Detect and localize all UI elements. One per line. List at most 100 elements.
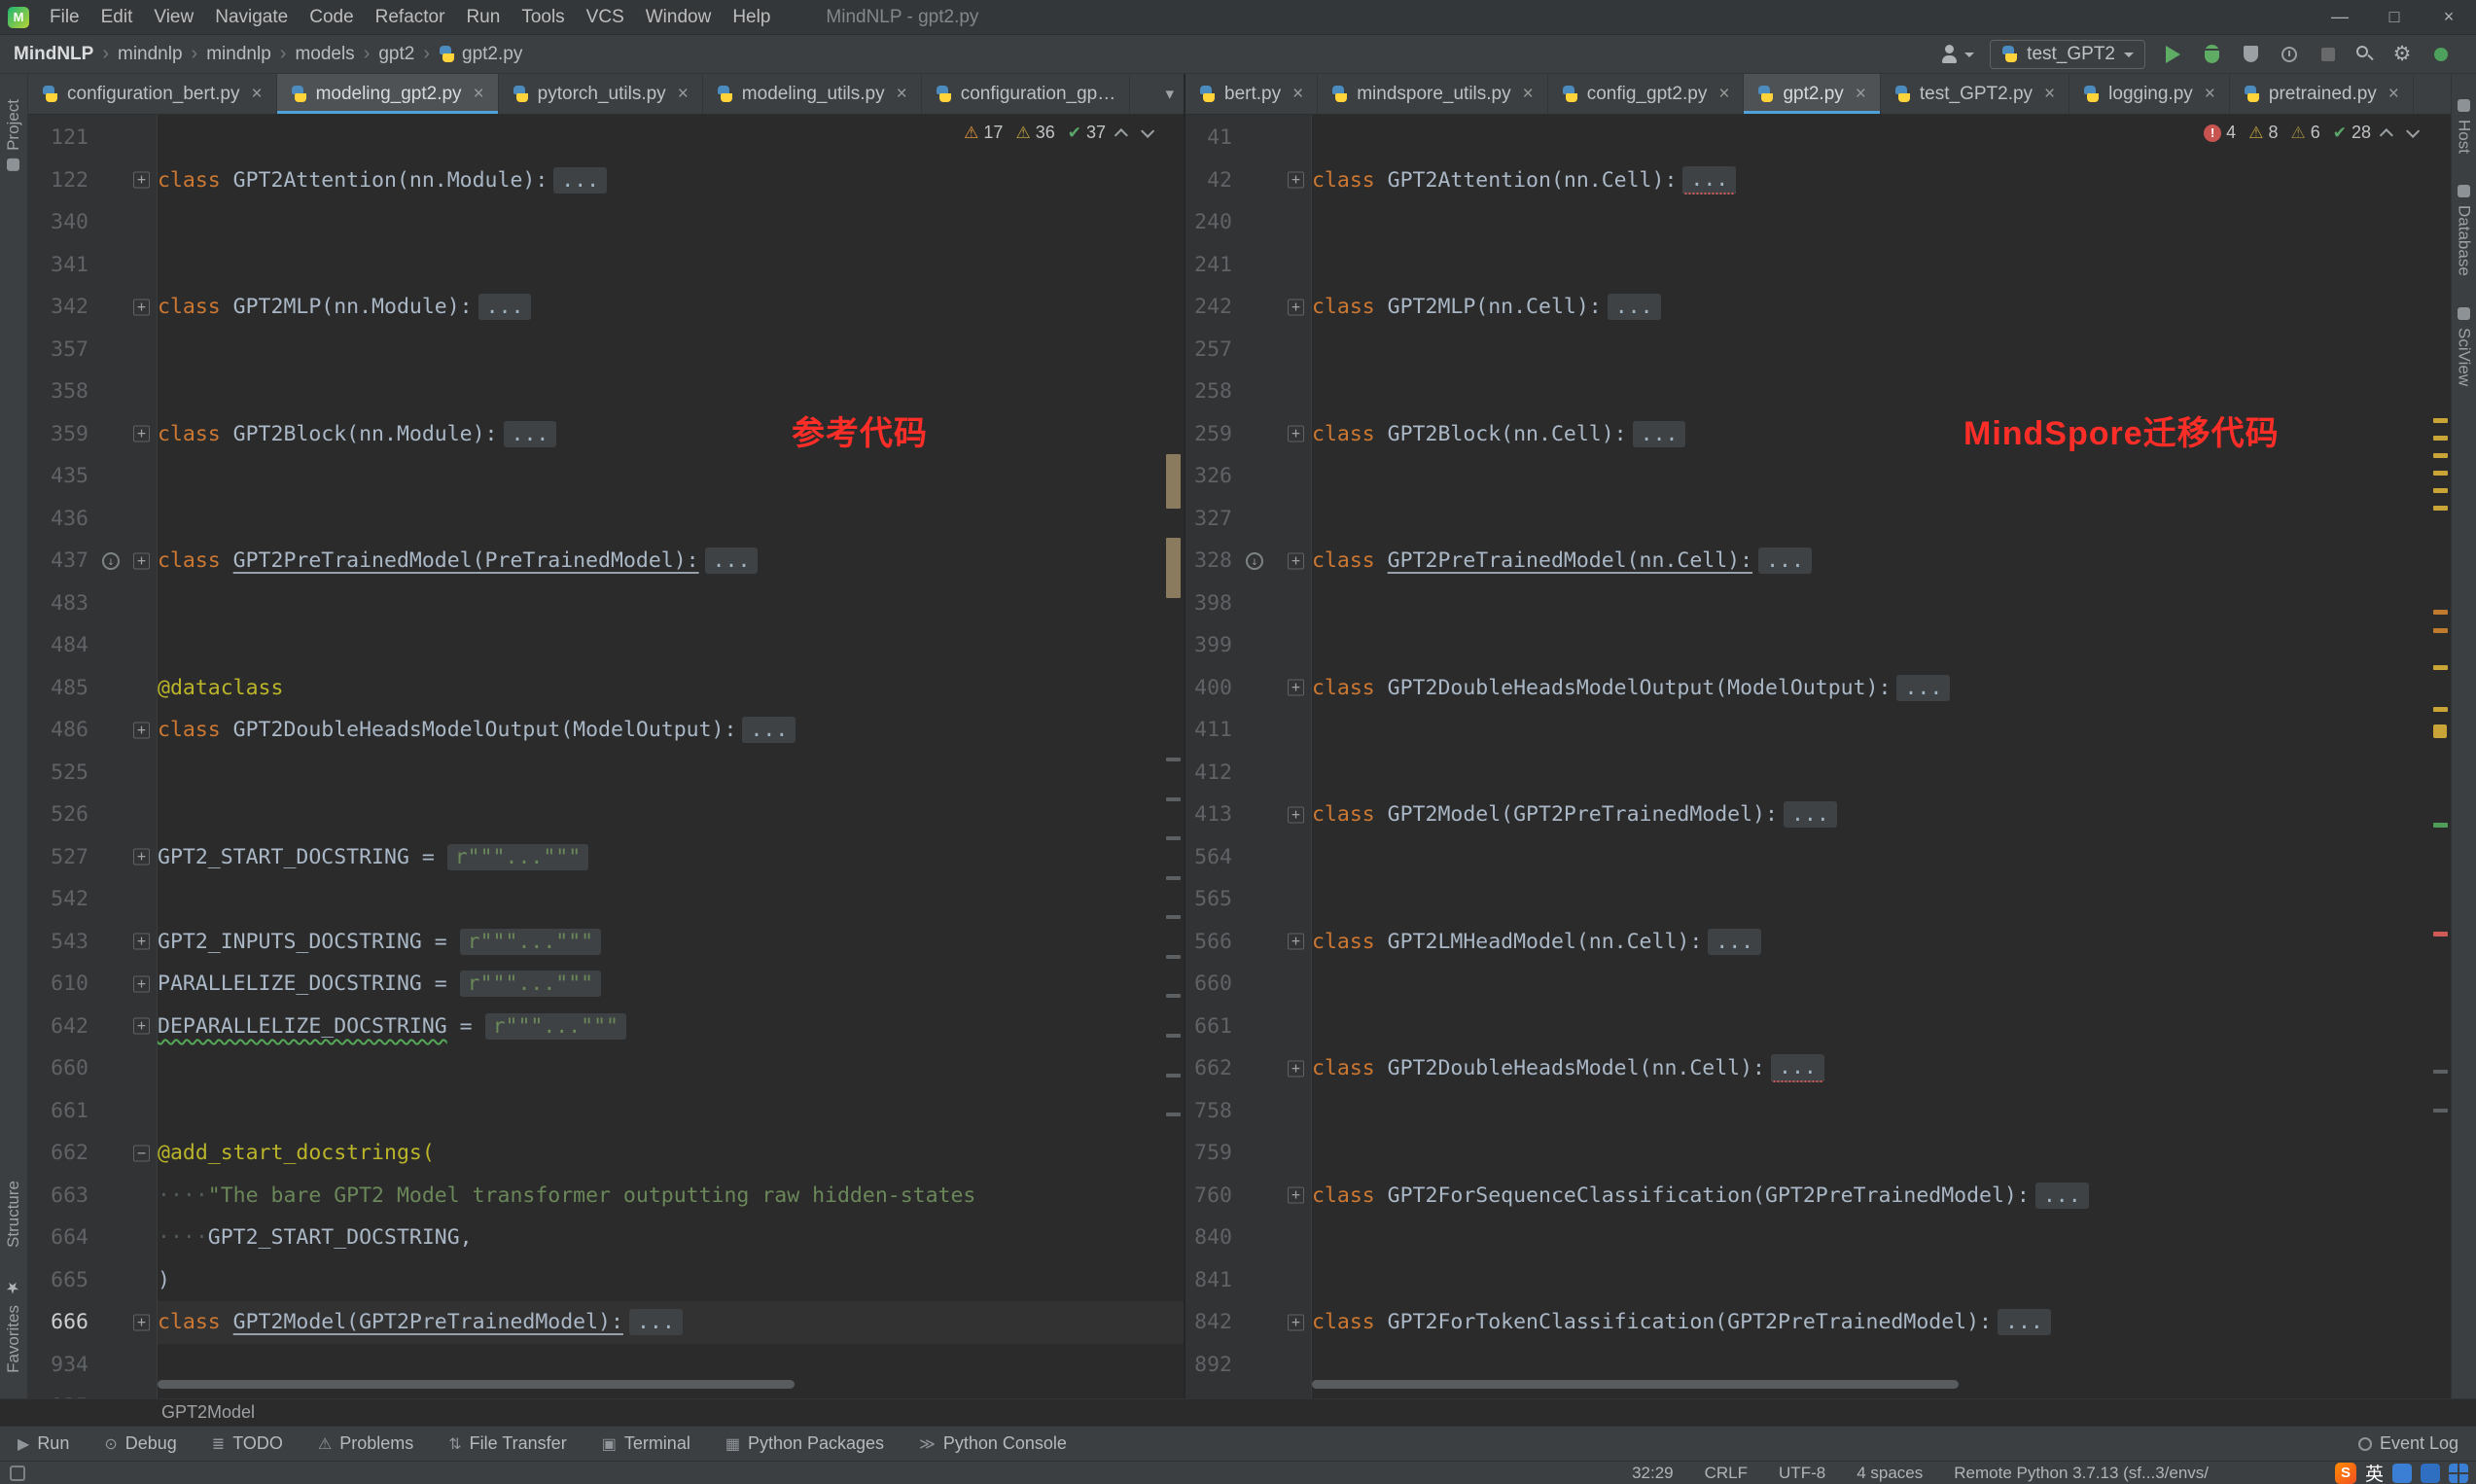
- code-line[interactable]: 543+GPT2_INPUTS_DOCSTRING = r"""...""": [28, 921, 1184, 964]
- stripe-mark[interactable]: [2433, 436, 2448, 441]
- code-text[interactable]: ····"The bare GPT2 Model transformer out…: [158, 1175, 1184, 1218]
- line-number[interactable]: 42: [1185, 168, 1238, 193]
- code-line[interactable]: 257: [1185, 329, 2451, 371]
- code-line[interactable]: 565: [1185, 878, 2451, 921]
- code-line[interactable]: 412: [1185, 752, 2451, 795]
- tab-close-icon[interactable]: ×: [2044, 84, 2055, 105]
- run-button[interactable]: [2161, 43, 2184, 66]
- code-text[interactable]: [158, 371, 1184, 413]
- code-line[interactable]: 242 + class GPT2MLP(nn.Cell):...: [1185, 286, 2451, 329]
- toolwindow-button-file-transfer[interactable]: ⇅File Transfer: [448, 1433, 566, 1454]
- code-text[interactable]: [1312, 624, 2451, 667]
- stripe-mark[interactable]: [2433, 665, 2448, 670]
- menu-item-refactor[interactable]: Refactor: [365, 0, 456, 35]
- code-line[interactable]: 341: [28, 244, 1184, 287]
- code-line[interactable]: 486+class GPT2DoubleHeadsModelOutput(Mod…: [28, 709, 1184, 752]
- fold-marker-icon[interactable]: +: [133, 975, 150, 992]
- event-log-button[interactable]: Event Log: [2358, 1433, 2458, 1454]
- line-number[interactable]: 542: [28, 887, 94, 911]
- code-text[interactable]: [1312, 1006, 2451, 1048]
- inspection-count[interactable]: ✔37: [1068, 123, 1106, 143]
- stripe-mark[interactable]: [2433, 418, 2448, 423]
- tab-close-icon[interactable]: ×: [1523, 84, 1534, 105]
- line-number[interactable]: 359: [28, 422, 94, 446]
- stop-button[interactable]: [2317, 43, 2340, 66]
- stripe-mark[interactable]: [1166, 1074, 1181, 1078]
- line-number[interactable]: 934: [28, 1353, 94, 1377]
- tab-modeling-gpt2-py[interactable]: modeling_gpt2.py×: [277, 74, 499, 114]
- code-text[interactable]: [158, 794, 1184, 836]
- line-number[interactable]: 892: [1185, 1353, 1238, 1377]
- fold-marker-icon[interactable]: +: [133, 1018, 150, 1035]
- code-line[interactable]: 663····"The bare GPT2 Model transformer …: [28, 1175, 1184, 1218]
- line-number[interactable]: 328: [1185, 548, 1238, 573]
- hidden-tabs-dropdown-icon[interactable]: ▾: [1155, 85, 1184, 104]
- code-text[interactable]: class GPT2MLP(nn.Cell):...: [1312, 286, 2451, 329]
- code-text[interactable]: [1312, 752, 2451, 795]
- code-text[interactable]: [1312, 836, 2451, 879]
- tool-button-host[interactable]: Host: [2455, 99, 2474, 154]
- code-text[interactable]: [1312, 329, 2451, 371]
- line-number[interactable]: 566: [1185, 930, 1238, 954]
- line-number[interactable]: 413: [1185, 802, 1238, 827]
- tab-close-icon[interactable]: ×: [897, 84, 907, 105]
- toolwindow-button-run[interactable]: ▶Run: [18, 1433, 69, 1454]
- menu-item-vcs[interactable]: VCS: [576, 0, 635, 35]
- code-line[interactable]: 122+class GPT2Attention(nn.Module):...: [28, 159, 1184, 202]
- code-line[interactable]: 527+GPT2_START_DOCSTRING = r"""...""": [28, 836, 1184, 879]
- line-number[interactable]: 341: [28, 253, 94, 277]
- tab-close-icon[interactable]: ×: [1718, 84, 1729, 105]
- line-number[interactable]: 398: [1185, 591, 1238, 616]
- tab-mindspore-utils-py[interactable]: mindspore_utils.py×: [1318, 74, 1548, 114]
- code-text[interactable]: class GPT2Block(nn.Module):...: [158, 413, 1184, 456]
- code-line[interactable]: 758: [1185, 1090, 2451, 1133]
- line-number[interactable]: 240: [1185, 210, 1238, 234]
- bottom-breadcrumb[interactable]: GPT2Model: [161, 1402, 255, 1423]
- tool-button-database[interactable]: Database: [2455, 185, 2474, 276]
- tab-pytorch-utils-py[interactable]: pytorch_utils.py×: [499, 74, 703, 114]
- line-number[interactable]: 665: [28, 1268, 94, 1292]
- line-number[interactable]: 242: [1185, 295, 1238, 319]
- line-number[interactable]: 527: [28, 845, 94, 869]
- code-text[interactable]: [158, 624, 1184, 667]
- code-line[interactable]: 842+class GPT2ForTokenClassification(GPT…: [1185, 1301, 2451, 1344]
- line-number[interactable]: 660: [28, 1056, 94, 1080]
- code-text[interactable]: [1312, 878, 2451, 921]
- fold-marker-icon[interactable]: +: [1288, 299, 1304, 315]
- line-number[interactable]: 122: [28, 168, 94, 193]
- code-line[interactable]: 437↓+class GPT2PreTrainedModel(PreTraine…: [28, 540, 1184, 583]
- code-text[interactable]: [1312, 1217, 2451, 1259]
- code-line[interactable]: 241: [1185, 244, 2451, 287]
- code-text[interactable]: class GPT2ForTokenClassification(GPT2Pre…: [1312, 1301, 2451, 1344]
- tab-configuration-bert-py[interactable]: configuration_bert.py×: [28, 74, 277, 114]
- code-line[interactable]: 326: [1185, 455, 2451, 498]
- code-text[interactable]: [158, 244, 1184, 287]
- code-line[interactable]: 413+class GPT2Model(GPT2PreTrainedModel)…: [1185, 794, 2451, 836]
- ime-language-indicator[interactable]: 英: [2365, 1460, 2384, 1484]
- breadcrumb-item[interactable]: mindnlp: [118, 44, 183, 65]
- line-number[interactable]: 486: [28, 718, 94, 742]
- line-number[interactable]: 660: [1185, 972, 1238, 996]
- line-number[interactable]: 842: [1185, 1310, 1238, 1334]
- stripe-mark[interactable]: [1166, 915, 1181, 919]
- code-text[interactable]: class GPT2Attention(nn.Cell):...: [1312, 159, 2451, 202]
- toolwindow-button-debug[interactable]: ⊙Debug: [104, 1433, 176, 1454]
- status-item[interactable]: UTF-8: [1779, 1464, 1825, 1483]
- code-text[interactable]: [1312, 455, 2451, 498]
- fold-marker-icon[interactable]: +: [1288, 806, 1304, 823]
- code-line[interactable]: 666+class GPT2Model(GPT2PreTrainedModel)…: [28, 1301, 1184, 1344]
- tab-test-gpt2-py[interactable]: test_GPT2.py×: [1881, 74, 2069, 114]
- fold-marker-icon[interactable]: +: [133, 934, 150, 950]
- coverage-button[interactable]: [2239, 43, 2262, 66]
- stripe-mark[interactable]: [2433, 1070, 2448, 1074]
- horizontal-scrollbar[interactable]: [158, 1380, 795, 1389]
- line-number[interactable]: 412: [1185, 760, 1238, 785]
- code-line[interactable]: 436: [28, 498, 1184, 541]
- code-line[interactable]: 357: [28, 329, 1184, 371]
- line-number[interactable]: 661: [1185, 1014, 1238, 1039]
- tab-close-icon[interactable]: ×: [2388, 84, 2399, 105]
- code-line[interactable]: 358: [28, 371, 1184, 413]
- tool-button-project[interactable]: Project: [4, 99, 23, 171]
- stripe-mark[interactable]: [1166, 758, 1181, 761]
- tab-modeling-utils-py[interactable]: modeling_utils.py×: [703, 74, 922, 114]
